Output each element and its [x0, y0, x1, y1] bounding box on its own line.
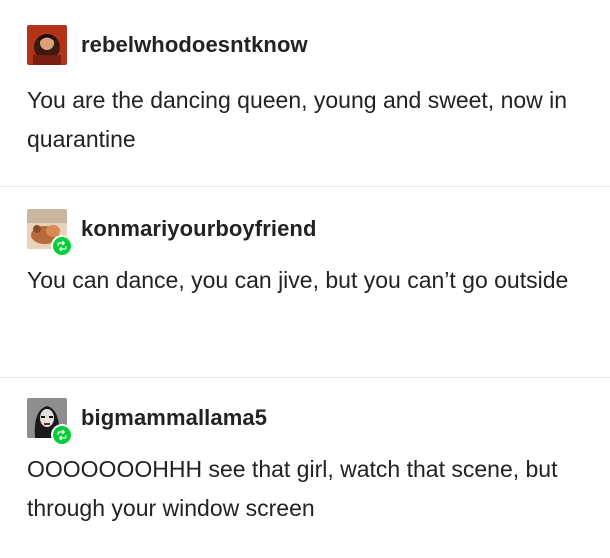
- avatar-wrap[interactable]: [27, 25, 67, 65]
- reblog-badge: [51, 424, 73, 446]
- post-1: rebelwhodoesntknow You are the dancing q…: [0, 0, 610, 186]
- reblog-icon: [57, 429, 67, 441]
- reblog-badge: [51, 235, 73, 257]
- post-text: You can dance, you can jive, but you can…: [27, 267, 569, 293]
- post-text: OOOOOOOHHH see that girl, watch that sce…: [27, 456, 558, 521]
- post-3: bigmammallama5 OOOOOOOHHH see that girl,…: [0, 378, 610, 558]
- post-header: rebelwhodoesntknow: [27, 25, 590, 65]
- post-header: konmariyourboyfriend: [27, 209, 590, 257]
- username[interactable]: bigmammallama5: [81, 398, 267, 438]
- reblog-icon: [57, 240, 67, 252]
- avatar-wrap[interactable]: [27, 209, 73, 257]
- avatar-rebelwhodoesntknow[interactable]: [27, 25, 67, 65]
- post-header: bigmammallama5: [27, 398, 590, 446]
- post-2: konmariyourboyfriend You can dance, you …: [0, 187, 610, 377]
- username[interactable]: konmariyourboyfriend: [81, 209, 316, 249]
- post-thread: rebelwhodoesntknow You are the dancing q…: [0, 0, 610, 556]
- avatar-wrap[interactable]: [27, 398, 73, 446]
- username[interactable]: rebelwhodoesntknow: [81, 25, 308, 65]
- post-text: You are the dancing queen, young and swe…: [27, 87, 568, 152]
